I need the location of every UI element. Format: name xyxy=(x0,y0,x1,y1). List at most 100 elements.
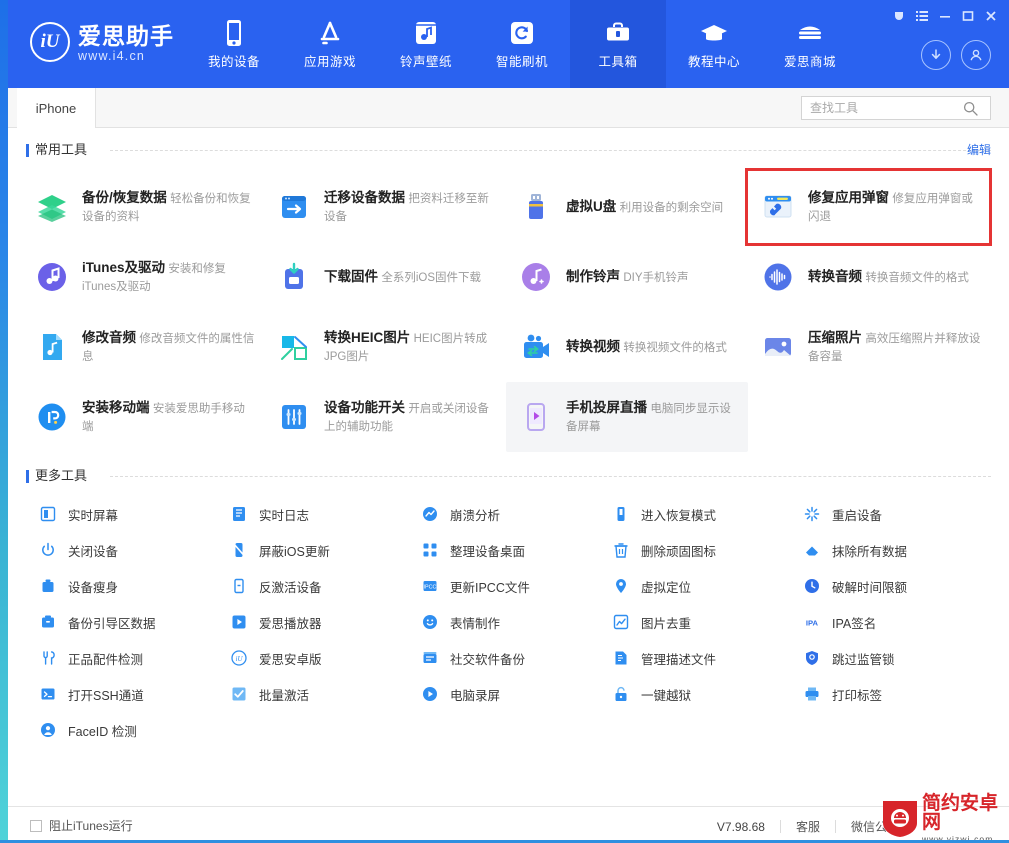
nav-item-ringtone-wallpaper[interactable]: 铃声壁纸 xyxy=(378,0,474,88)
more-tool-one-key-jailbreak[interactable]: 一键越狱 xyxy=(603,676,794,712)
more-tool-social-app-backup[interactable]: 社交软件备份 xyxy=(412,640,603,676)
close-icon[interactable] xyxy=(981,7,1001,25)
more-tool-crash-analysis[interactable]: 崩溃分析 xyxy=(412,496,603,532)
section-accent-bar xyxy=(26,470,29,483)
printer-icon xyxy=(802,684,822,704)
tool-card-convert-video[interactable]: 转换视频 转换视频文件的格式 xyxy=(506,312,748,382)
nav-item-toolbox[interactable]: 工具箱 xyxy=(570,0,666,88)
more-tool-i4-android[interactable]: iU 爱思安卓版 xyxy=(221,640,412,676)
store-icon xyxy=(796,18,824,48)
grid-icon xyxy=(420,540,440,560)
more-tool-delete-stubborn-icons[interactable]: 删除顽固图标 xyxy=(603,532,794,568)
search-input[interactable] xyxy=(802,97,954,119)
tool-card-download-firmware[interactable]: 下载固件 全系列iOS固件下载 xyxy=(264,242,506,312)
more-tool-label: 跳过监管锁 xyxy=(832,652,895,667)
refresh-icon xyxy=(509,18,535,48)
more-tool-erase-all-data[interactable]: 抹除所有数据 xyxy=(794,532,985,568)
more-tool-label: FaceID 检测 xyxy=(68,724,137,739)
tool-card-virtual-usb[interactable]: 虚拟U盘 利用设备的剩余空间 xyxy=(506,172,748,242)
tool-name: 手机投屏直播 xyxy=(566,400,647,415)
more-tool-manage-profiles[interactable]: 管理描述文件 xyxy=(603,640,794,676)
more-tool-restart-device[interactable]: 重启设备 xyxy=(794,496,985,532)
download-circle-icon[interactable] xyxy=(921,40,951,70)
tool-card-compress-photo[interactable]: 压缩照片 高效压缩照片并释放设备容量 xyxy=(748,312,990,382)
more-tool-organize-desktop[interactable]: 整理设备桌面 xyxy=(412,532,603,568)
section-accent-bar xyxy=(26,144,29,157)
theme-icon[interactable] xyxy=(889,7,909,25)
more-tool-realtime-log[interactable]: 实时日志 xyxy=(221,496,412,532)
tab-iphone[interactable]: iPhone xyxy=(17,88,96,128)
more-tool-batch-activate[interactable]: 批量激活 xyxy=(221,676,412,712)
nav-item-apps-games[interactable]: 应用游戏 xyxy=(282,0,378,88)
tool-card-edit-audio[interactable]: 修改音频 修改音频文件的属性信息 xyxy=(22,312,264,382)
tool-card-backup-restore[interactable]: 备份/恢复数据 轻松备份和恢复设备的资料 xyxy=(22,172,264,242)
more-tool-label: 实时屏幕 xyxy=(68,508,119,523)
svg-text:IPCC: IPCC xyxy=(424,584,437,590)
account-circle-icon[interactable] xyxy=(961,40,991,70)
more-tool-print-label[interactable]: 打印标签 xyxy=(794,676,985,712)
more-tool-label: 管理描述文件 xyxy=(641,652,717,667)
tool-card-itunes-driver[interactable]: iTunes及驱动 安装和修复iTunes及驱动 xyxy=(22,242,264,312)
audio-file-icon xyxy=(30,325,74,369)
dedup-icon xyxy=(611,612,631,632)
more-tool-i4-player[interactable]: 爱思播放器 xyxy=(221,604,412,640)
menu-icon[interactable] xyxy=(912,7,932,25)
tool-card-convert-heic[interactable]: 转换HEIC图片 HEIC图片转成JPG图片 xyxy=(264,312,506,382)
tool-name: 迁移设备数据 xyxy=(324,190,405,205)
nav-item-tutorial-center[interactable]: 教程中心 xyxy=(666,0,762,88)
more-tool-label: 设备瘦身 xyxy=(68,580,119,595)
more-tool-image-dedup[interactable]: 图片去重 xyxy=(603,604,794,640)
more-tool-label: 破解时间限额 xyxy=(832,580,908,595)
crash-icon xyxy=(420,504,440,524)
nav-item-store[interactable]: 爱思商城 xyxy=(762,0,858,88)
sliders-icon xyxy=(272,395,316,439)
more-tool-emoji-maker[interactable]: 表情制作 xyxy=(412,604,603,640)
search-box xyxy=(801,96,991,120)
more-tool-skip-supervision-lock[interactable]: 跳过监管锁 xyxy=(794,640,985,676)
more-tool-label: 批量激活 xyxy=(259,688,310,703)
tool-desc: 转换音频文件的格式 xyxy=(865,272,969,284)
more-tool-virtual-location[interactable]: 虚拟定位 xyxy=(603,568,794,604)
nav-item-smart-flash[interactable]: 智能刷机 xyxy=(474,0,570,88)
checkbox-box[interactable] xyxy=(30,819,42,832)
tool-desc: DIY手机铃声 xyxy=(623,272,689,284)
ipcc-icon: IPCC xyxy=(420,576,440,596)
emoji-icon xyxy=(420,612,440,632)
more-tool-genuine-accessory-check[interactable]: 正品配件检测 xyxy=(30,640,221,676)
main-nav: 我的设备 应用游戏 铃声壁纸 智能刷机 工具箱 教程中心 爱思商城 xyxy=(186,0,858,88)
more-tool-deactivate-device[interactable]: 反激活设备 xyxy=(221,568,412,604)
tool-card-screen-cast[interactable]: 手机投屏直播 电脑同步显示设备屏幕 xyxy=(506,382,748,452)
more-tool-power-off[interactable]: 关闭设备 xyxy=(30,532,221,568)
more-tool-device-slimming[interactable]: 设备瘦身 xyxy=(30,568,221,604)
search-icon[interactable] xyxy=(954,101,986,116)
maximize-icon[interactable] xyxy=(958,7,978,25)
customer-service-link[interactable]: 客服 xyxy=(796,818,820,835)
tool-name: 设备功能开关 xyxy=(324,400,405,415)
tool-card-device-switches[interactable]: 设备功能开关 开启或关闭设备上的辅助功能 xyxy=(264,382,506,452)
block-itunes-checkbox[interactable]: 阻止iTunes运行 xyxy=(30,817,133,834)
more-tool-ipa-signature[interactable]: IPA IPA签名 xyxy=(794,604,985,640)
social-backup-icon xyxy=(420,648,440,668)
section-divider xyxy=(110,150,991,151)
tool-card-install-mobile[interactable]: 安装移动端 安装爱思助手移动端 xyxy=(22,382,264,452)
more-tool-crack-time-limit[interactable]: 破解时间限额 xyxy=(794,568,985,604)
more-tool-backup-boot-data[interactable]: 备份引导区数据 xyxy=(30,604,221,640)
tool-desc: 转换视频文件的格式 xyxy=(623,342,727,354)
more-tool-realtime-screen[interactable]: 实时屏幕 xyxy=(30,496,221,532)
nav-label: 我的设备 xyxy=(207,55,260,69)
section-header-common: 常用工具 编辑 xyxy=(26,140,991,166)
minimize-icon[interactable] xyxy=(935,7,955,25)
restart-icon xyxy=(802,504,822,524)
more-tool-block-ios-update[interactable]: 屏蔽iOS更新 xyxy=(221,532,412,568)
edit-button[interactable]: 编辑 xyxy=(967,140,991,160)
more-tool-open-ssh-tunnel[interactable]: 打开SSH通道 xyxy=(30,676,221,712)
tool-card-migrate-data[interactable]: 迁移设备数据 把资料迁移至新设备 xyxy=(264,172,506,242)
more-tool-update-ipcc[interactable]: IPCC 更新IPCC文件 xyxy=(412,568,603,604)
more-tool-pc-screen-record[interactable]: 电脑录屏 xyxy=(412,676,603,712)
tool-card-convert-audio[interactable]: 转换音频 转换音频文件的格式 xyxy=(748,242,990,312)
tool-card-repair-app-popup[interactable]: 修复应用弹窗 修复应用弹窗或闪退 xyxy=(745,168,992,246)
tool-card-make-ringtone[interactable]: 制作铃声 DIY手机铃声 xyxy=(506,242,748,312)
more-tool-faceid-check[interactable]: FaceID 检测 xyxy=(30,712,221,748)
nav-item-my-device[interactable]: 我的设备 xyxy=(186,0,282,88)
more-tool-recovery-mode[interactable]: 进入恢复模式 xyxy=(603,496,794,532)
